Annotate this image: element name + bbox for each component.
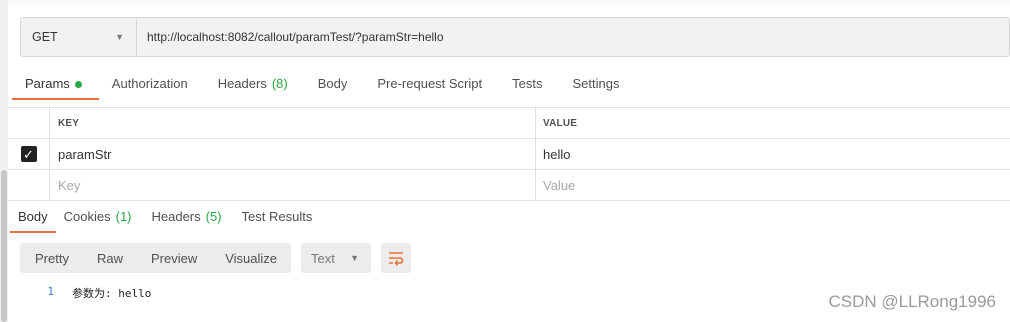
url-bar: GET ▼: [20, 17, 1010, 57]
response-body-editor[interactable]: 1 参数为: hello: [40, 285, 151, 301]
param-key-field[interactable]: paramStr: [50, 139, 536, 169]
tab-params[interactable]: Params: [12, 72, 99, 100]
wrap-lines-button[interactable]: [381, 243, 412, 273]
tab-label: Tests: [512, 76, 543, 91]
method-select[interactable]: GET ▼: [21, 18, 137, 56]
watermark: CSDN @LLRong1996: [828, 292, 996, 311]
headers-count: (8): [271, 76, 288, 91]
tab-label: Body: [18, 209, 48, 224]
table-row: ✓ paramStr hello: [8, 139, 1010, 170]
tab-cookies[interactable]: Cookies (1): [56, 205, 144, 233]
view-mode-group: Pretty Raw Preview Visualize: [20, 243, 292, 273]
response-toolbar: Pretty Raw Preview Visualize Text ▼: [20, 243, 412, 273]
tab-label: Cookies: [63, 209, 111, 224]
tab-label: Headers: [217, 76, 267, 91]
column-header-key: KEY: [50, 108, 536, 138]
new-value-field[interactable]: Value: [536, 170, 1010, 200]
url-input[interactable]: [137, 18, 1009, 56]
tab-headers[interactable]: Headers (8): [205, 72, 305, 100]
tab-settings[interactable]: Settings: [559, 72, 636, 100]
tab-label: Authorization: [111, 76, 188, 91]
param-value-field[interactable]: hello: [536, 139, 1010, 169]
tab-response-body[interactable]: Body: [10, 205, 56, 233]
view-raw-button[interactable]: Raw: [83, 243, 137, 273]
tab-label: Test Results: [241, 209, 313, 224]
new-key-field[interactable]: Key: [50, 170, 536, 200]
wrap-lines-icon: [389, 252, 404, 266]
row-check-cell: ✓: [8, 139, 50, 169]
header-check-cell: [8, 108, 50, 138]
request-tabs: Params Authorization Headers (8) Body Pr…: [12, 72, 636, 100]
code-line: 参数为: hello: [72, 287, 152, 300]
table-row: Key Value: [8, 170, 1010, 201]
view-visualize-button[interactable]: Visualize: [211, 243, 291, 273]
tab-label: Headers: [151, 209, 201, 224]
chevron-down-icon: ▼: [350, 253, 360, 263]
format-select[interactable]: Text ▼: [301, 243, 372, 273]
scrollbar-thumb[interactable]: [1, 170, 7, 322]
left-scrollbar[interactable]: [0, 0, 8, 322]
tab-pre-request-script[interactable]: Pre-request Script: [364, 72, 499, 100]
top-strip: [8, 0, 1010, 6]
checkmark-icon: ✓: [23, 146, 34, 162]
table-header-row: KEY VALUE: [8, 108, 1010, 139]
tab-label: Body: [317, 76, 348, 91]
view-pretty-button[interactable]: Pretty: [20, 243, 83, 273]
tab-tests[interactable]: Tests: [499, 72, 559, 100]
tab-authorization[interactable]: Authorization: [99, 72, 205, 100]
tab-response-headers[interactable]: Headers (5): [144, 205, 234, 233]
tab-label: Settings: [572, 76, 620, 91]
chevron-down-icon: ▼: [115, 32, 124, 42]
column-header-value: VALUE: [543, 117, 578, 129]
cookies-count: (1): [115, 209, 132, 224]
row-check-cell: [8, 170, 50, 200]
param-checkbox[interactable]: ✓: [20, 146, 37, 162]
format-label: Text: [311, 250, 335, 266]
tab-body[interactable]: Body: [305, 72, 365, 100]
params-active-dot-icon: [74, 81, 82, 88]
view-preview-button[interactable]: Preview: [137, 243, 211, 273]
method-label: GET: [32, 30, 58, 44]
line-number: 1: [47, 285, 54, 298]
tab-label: Pre-request Script: [377, 76, 483, 91]
tab-test-results[interactable]: Test Results: [234, 205, 325, 233]
response-headers-count: (5): [205, 209, 222, 224]
tab-label: Params: [25, 76, 70, 91]
params-table: KEY VALUE ✓ paramStr hello Key Value: [8, 107, 1010, 201]
response-tabs: Body Cookies (1) Headers (5) Test Result…: [10, 205, 324, 233]
